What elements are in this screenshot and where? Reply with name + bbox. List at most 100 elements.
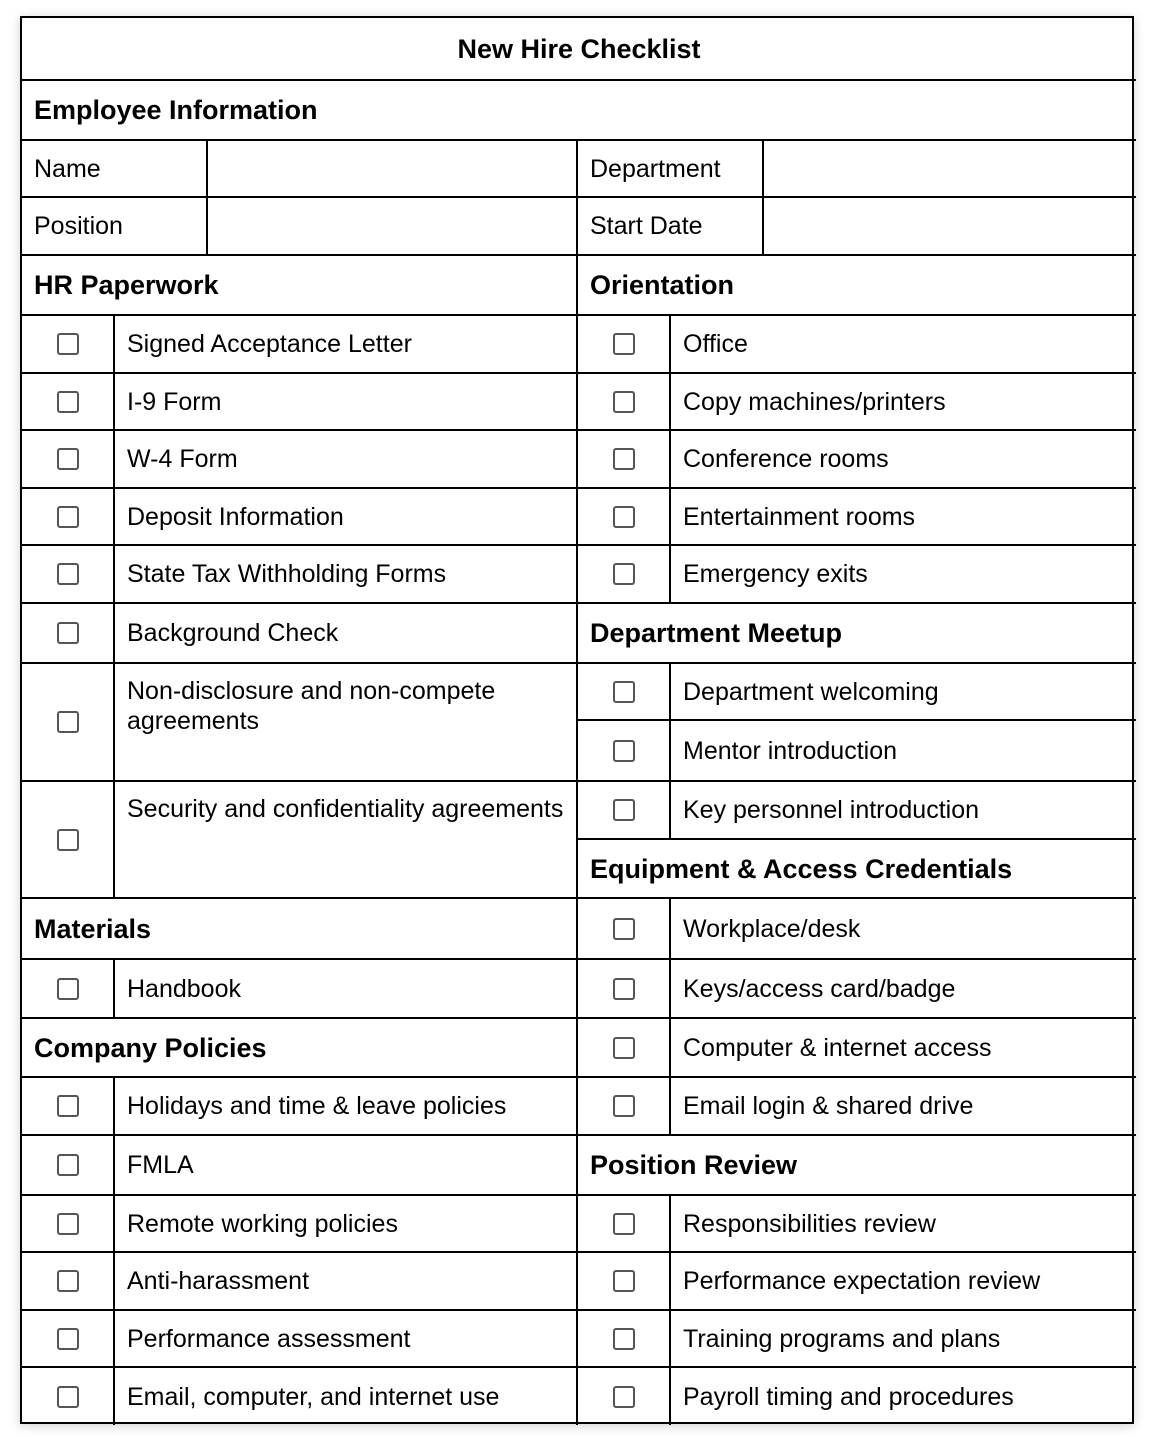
checklist-item-label: Email login & shared drive	[671, 1078, 1136, 1136]
position-field[interactable]	[208, 198, 578, 256]
checkbox-cell	[22, 1136, 115, 1196]
checkbox[interactable]	[56, 448, 79, 470]
checklist-document: New Hire Checklist Employee Information …	[20, 16, 1136, 1425]
checkbox-cell	[22, 489, 115, 546]
section-heading-position-review: Position Review	[578, 1136, 1136, 1196]
department-field[interactable]	[764, 141, 1136, 198]
checkbox-cell	[22, 316, 115, 374]
checkbox[interactable]	[612, 1327, 635, 1350]
checkbox-cell	[22, 664, 115, 782]
checklist-item-label: Remote working policies	[115, 1196, 578, 1253]
checklist-item-label: Office	[671, 316, 1136, 374]
checkbox[interactable]	[612, 390, 635, 413]
checklist-item-label: Keys/access card/badge	[671, 960, 1136, 1019]
checkbox-cell	[22, 431, 115, 489]
checkbox[interactable]	[612, 1385, 635, 1408]
checkbox[interactable]	[56, 563, 79, 585]
checklist-item-label: Computer & internet access	[671, 1019, 1136, 1078]
checkbox-cell	[22, 1311, 115, 1368]
checklist-item-label: Deposit Information	[115, 489, 578, 546]
checklist-table: New Hire Checklist Employee Information …	[20, 16, 1136, 1425]
checkbox[interactable]	[612, 448, 635, 470]
checkbox[interactable]	[56, 1154, 79, 1176]
section-heading-equipment-access: Equipment & Access Credentials	[578, 840, 1136, 899]
checkbox[interactable]	[56, 333, 79, 355]
checkbox-cell	[578, 782, 671, 840]
checkbox[interactable]	[56, 1327, 79, 1350]
checkbox-cell	[22, 1368, 115, 1425]
checklist-item-label: Workplace/desk	[671, 899, 1136, 960]
checkbox-cell	[578, 489, 671, 546]
checkbox[interactable]	[612, 563, 635, 585]
checkbox-cell	[578, 1368, 671, 1425]
checkbox[interactable]	[56, 622, 79, 644]
checklist-item-label: FMLA	[115, 1136, 578, 1196]
checklist-item-label: Background Check	[115, 604, 578, 664]
checkbox-cell	[578, 1311, 671, 1368]
checklist-item-label: State Tax Withholding Forms	[115, 546, 578, 604]
checkbox-cell	[578, 1019, 671, 1078]
name-field[interactable]	[208, 141, 578, 198]
checkbox[interactable]	[56, 1212, 79, 1235]
checkbox-cell	[22, 374, 115, 431]
checkbox[interactable]	[56, 1095, 79, 1117]
checkbox[interactable]	[612, 680, 635, 703]
checkbox[interactable]	[612, 799, 635, 821]
field-label-department: Department	[578, 141, 764, 198]
start-date-field[interactable]	[764, 198, 1136, 256]
checkbox-cell	[22, 960, 115, 1019]
checklist-item-label: Emergency exits	[671, 546, 1136, 604]
section-heading-materials: Materials	[22, 899, 578, 960]
checklist-item-label: Payroll timing and procedures	[683, 1382, 1014, 1411]
checklist-item-label: Handbook	[115, 960, 578, 1019]
checklist-item-label: Department welcoming	[671, 664, 1136, 721]
checkbox[interactable]	[56, 1385, 79, 1408]
checkbox[interactable]	[612, 505, 635, 528]
checklist-item-label: Anti-harassment	[115, 1253, 578, 1311]
checkbox[interactable]	[612, 1095, 635, 1117]
checkbox-cell	[578, 899, 671, 960]
checklist-item-label: Training programs and plans	[671, 1311, 1136, 1368]
checklist-item-label: Performance expectation review	[671, 1253, 1136, 1311]
checkbox[interactable]	[612, 1036, 635, 1059]
checkbox-cell	[578, 316, 671, 374]
checkbox[interactable]	[56, 828, 79, 851]
section-heading-hr-paperwork: HR Paperwork	[22, 256, 578, 316]
checklist-item-label: Responsibilities review	[671, 1196, 1136, 1253]
section-heading-company-policies: Company Policies	[22, 1019, 578, 1078]
checkbox[interactable]	[56, 505, 79, 528]
checkbox[interactable]	[612, 1212, 635, 1235]
checklist-item-label: Mentor introduction	[671, 721, 1136, 782]
checklist-item-label: Signed Acceptance Letter	[115, 316, 578, 374]
checklist-item-label: Non-disclosure and non-compete agreement…	[115, 664, 578, 782]
checkbox[interactable]	[612, 739, 635, 762]
checkbox-cell	[578, 1078, 671, 1136]
checkbox-cell	[22, 782, 115, 899]
checklist-item-label: Performance assessment	[115, 1311, 578, 1368]
checkbox-cell	[578, 960, 671, 1019]
checkbox[interactable]	[612, 977, 635, 1000]
checkbox-cell	[578, 664, 671, 721]
checkbox[interactable]	[56, 977, 79, 1000]
checkbox[interactable]	[612, 333, 635, 355]
checklist-item-label: Email, computer, and internet use	[115, 1368, 578, 1425]
section-heading-orientation: Orientation	[578, 256, 1136, 316]
checkbox[interactable]	[56, 1270, 79, 1292]
checkbox-cell	[578, 546, 671, 604]
checkbox[interactable]	[56, 711, 79, 733]
checklist-item-label: Conference rooms	[671, 431, 1136, 489]
checkbox-cell	[578, 1253, 671, 1311]
document-title: New Hire Checklist	[22, 18, 1136, 81]
checkbox-cell	[22, 1196, 115, 1253]
checkbox-cell	[578, 1196, 671, 1253]
field-label-name: Name	[22, 141, 208, 198]
checklist-item-label: W-4 Form	[115, 431, 578, 489]
checkbox[interactable]	[56, 390, 79, 413]
checklist-item-label: Key personnel introduction	[671, 782, 1136, 840]
checkbox[interactable]	[612, 1270, 635, 1292]
checkbox[interactable]	[612, 917, 635, 940]
checklist-item-label: Holidays and time & leave policies	[115, 1078, 578, 1136]
section-heading-department-meetup: Department Meetup	[578, 604, 1136, 664]
section-heading-employee-information: Employee Information	[22, 81, 1136, 141]
checkbox-cell	[578, 721, 671, 782]
